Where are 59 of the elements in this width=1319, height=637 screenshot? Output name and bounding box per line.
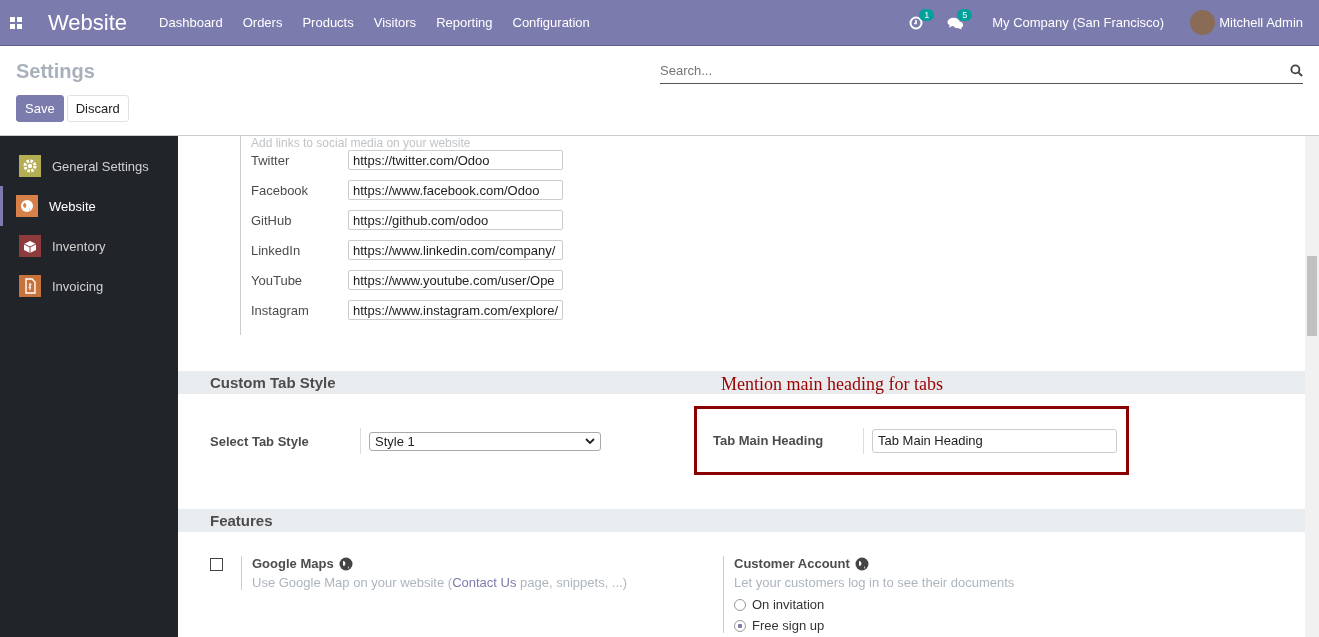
- feature-title: Customer Account: [734, 556, 850, 571]
- social-link-label: Twitter: [251, 152, 291, 168]
- radio-label: On invitation: [752, 597, 825, 612]
- feature-description: Use Google Map on your website (Contact Us page, snippets, ...): [252, 575, 628, 590]
- search-icon[interactable]: [1290, 64, 1303, 77]
- sidebar-item[interactable]: General Settings: [0, 146, 178, 186]
- globe-icon: [16, 195, 38, 217]
- globe-icon: [338, 556, 353, 571]
- feature-title: Google Maps: [252, 556, 334, 571]
- sidebar-item[interactable]: Inventory: [0, 226, 178, 266]
- sidebar-item[interactable]: Invoicing: [0, 266, 178, 306]
- contact-us-link[interactable]: Contact Us: [452, 575, 517, 590]
- annotation-text: Mention main heading for tabs: [721, 374, 943, 395]
- main-heading-field[interactable]: Tab Main Heading: [872, 428, 1117, 453]
- chevron-down-icon: [585, 438, 595, 444]
- globe-icon: [854, 556, 869, 571]
- tab-style-select[interactable]: Style 1: [369, 431, 601, 451]
- feature-description: Let your customers log in to see their documents: [734, 575, 1015, 590]
- company-switcher[interactable]: My Company (San Francisco): [992, 15, 1165, 30]
- social-link-label: LinkedIn: [251, 242, 302, 258]
- discard-button[interactable]: Discard: [66, 95, 129, 122]
- search-field[interactable]: Search...: [660, 58, 1303, 84]
- radio-label: Free sign up: [752, 618, 825, 633]
- social-link-field[interactable]: https://www.instagram.com/explore/: [348, 300, 563, 320]
- activity-count-badge: 1: [919, 8, 935, 21]
- field-label: Tab Main Heading: [713, 433, 825, 448]
- social-link-field[interactable]: https://www.facebook.com/Odoo: [348, 180, 563, 200]
- menu-item[interactable]: Reporting: [436, 15, 493, 30]
- social-link-field[interactable]: https://twitter.com/Odoo: [348, 150, 563, 170]
- box-icon: [19, 235, 41, 257]
- checkbox[interactable]: [210, 558, 223, 571]
- apps-grid-icon[interactable]: [10, 16, 22, 29]
- clock-icon[interactable]: [909, 15, 924, 30]
- social-link-label: Facebook: [251, 182, 310, 198]
- menu-item[interactable]: Visitors: [373, 15, 417, 30]
- radio-button[interactable]: [734, 619, 746, 632]
- chat-bubbles-icon[interactable]: [947, 15, 965, 30]
- section-title: Features: [210, 512, 273, 529]
- app-title: Website: [48, 9, 128, 36]
- field-label: Select Tab Style: [210, 433, 310, 449]
- menu-item[interactable]: Orders: [242, 15, 283, 30]
- save-button[interactable]: Save: [16, 95, 64, 122]
- menu-item[interactable]: Products: [302, 15, 354, 30]
- page-title: Settings: [16, 60, 96, 83]
- user-menu[interactable]: Mitchell Admin: [1219, 15, 1303, 30]
- message-count-badge: 5: [957, 8, 973, 21]
- social-link-field[interactable]: https://github.com/odoo: [348, 210, 563, 230]
- social-link-label: YouTube: [251, 272, 304, 288]
- social-description: Add links to social media on your website: [251, 136, 472, 150]
- social-link-field[interactable]: https://www.youtube.com/user/Ope: [348, 270, 563, 290]
- gear-icon: [19, 155, 41, 177]
- menu-item[interactable]: Configuration: [512, 15, 590, 30]
- menu-item[interactable]: Dashboard: [159, 15, 223, 30]
- scrollbar[interactable]: [1305, 136, 1319, 637]
- social-link-field[interactable]: https://www.linkedin.com/company/: [348, 240, 563, 260]
- section-title: Custom Tab Style: [210, 374, 336, 391]
- social-link-label: Instagram: [251, 302, 310, 318]
- invoice-icon: [19, 275, 41, 297]
- social-link-label: GitHub: [251, 212, 293, 228]
